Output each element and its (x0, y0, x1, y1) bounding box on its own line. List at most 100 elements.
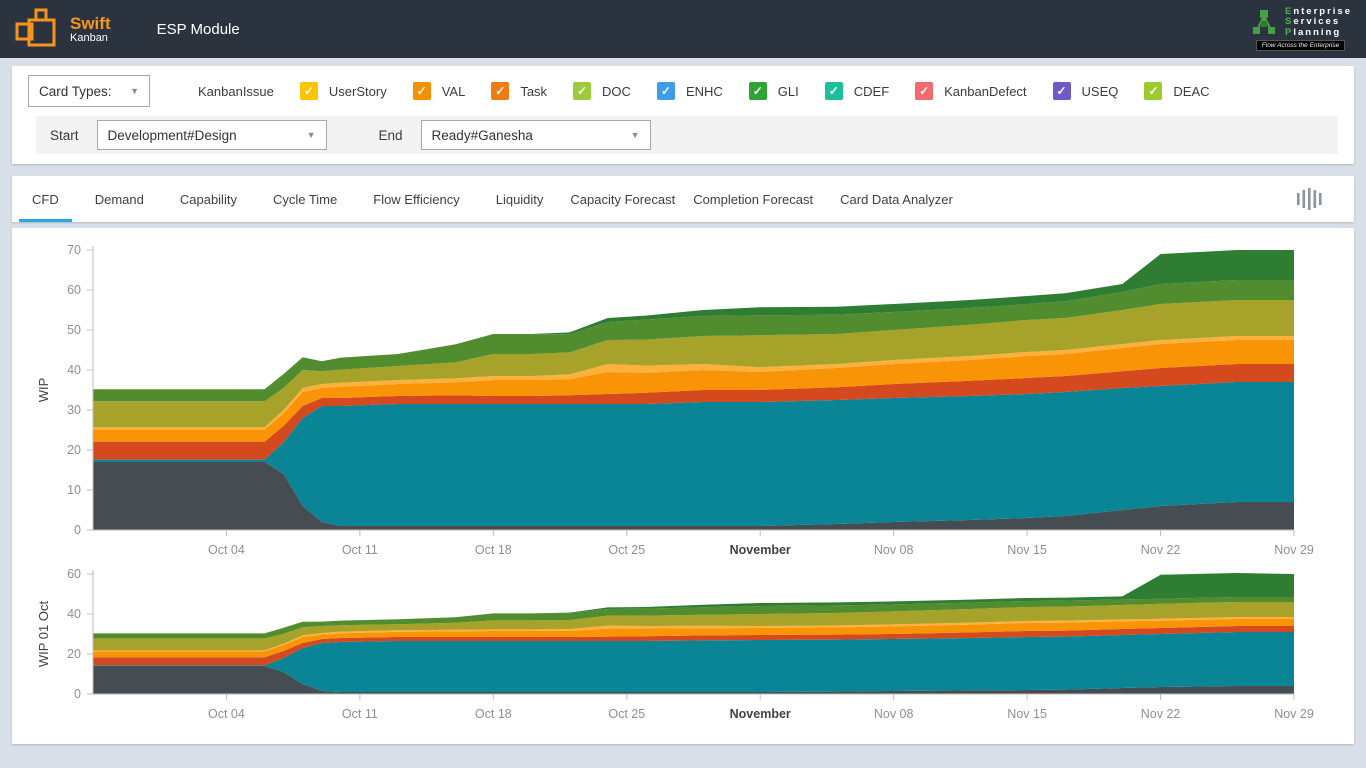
card-type-label: GLI (778, 84, 799, 99)
card-type-checkbox-useq[interactable]: ✓ (1053, 82, 1071, 100)
card-types-dropdown-label: Card Types: (39, 84, 112, 99)
x-tick-label: November (730, 707, 791, 721)
y-tick-label: 60 (67, 567, 81, 581)
brand-name-primary: Swift (70, 15, 111, 32)
y-tick-label: 20 (67, 647, 81, 661)
card-type-checkbox-kanbandefect[interactable]: ✓ (915, 82, 933, 100)
chevron-down-icon: ▼ (631, 130, 640, 140)
card-type-item-userstory: ✓ UserStory (300, 82, 387, 100)
start-label: Start (50, 128, 79, 143)
y-axis-label: WIP 01 Oct (36, 601, 51, 668)
x-tick-label: Oct 18 (475, 707, 512, 721)
cfd-chart-top-block: 0 10 20 30 40 50 60 70 Oct 04 Oct 11 Oct 18 Oct 25 N… (12, 236, 1354, 566)
tab-liquidity[interactable]: Liquidity (483, 176, 557, 222)
y-tick-label: 60 (67, 283, 81, 297)
y-tick-label: 70 (67, 243, 81, 257)
esp-logo-tagline: Flow Across the Enterprise (1256, 40, 1345, 51)
x-tick-label: Oct 11 (342, 707, 378, 721)
card-type-checkbox-cdef[interactable]: ✓ (825, 82, 843, 100)
analytics-tabbar: CFDDemandCapabilityCycle TimeFlow Effici… (12, 176, 1354, 222)
chevron-down-icon: ▼ (130, 86, 139, 96)
x-tick-label: Nov 15 (1007, 543, 1047, 557)
card-type-label: ENHC (686, 84, 723, 99)
start-end-bar: Start Development#Design ▼ End Ready#Gan… (36, 116, 1338, 154)
card-type-checkbox-enhc[interactable]: ✓ (657, 82, 675, 100)
card-type-label: DEAC (1173, 84, 1209, 99)
card-type-checkbox-deac[interactable]: ✓ (1144, 82, 1162, 100)
x-tick-label: Nov 22 (1141, 707, 1181, 721)
x-tick-label: Oct 25 (608, 543, 645, 557)
card-type-checkbox-userstory[interactable]: ✓ (300, 82, 318, 100)
filters-panel: Card Types: ▼ KanbanIssue✓UserStory✓VAL✓… (12, 66, 1354, 164)
x-tick-label: November (730, 543, 791, 557)
card-type-item-deac: ✓ DEAC (1144, 82, 1209, 100)
x-tick-label: Nov 15 (1007, 707, 1047, 721)
x-tick-label: Oct 04 (208, 543, 245, 557)
y-tick-label: 40 (67, 607, 81, 621)
y-tick-label: 0 (74, 523, 81, 537)
start-dropdown[interactable]: Development#Design ▼ (97, 120, 327, 150)
x-tick-label: Nov 22 (1141, 543, 1181, 557)
tab-completion-forecast[interactable]: Completion Forecast (685, 176, 821, 222)
card-type-item-gli: ✓ GLI (749, 82, 799, 100)
y-tick-label: 0 (74, 687, 81, 701)
card-types-dropdown[interactable]: Card Types: ▼ (28, 75, 150, 107)
tabs: CFDDemandCapabilityCycle TimeFlow Effici… (14, 176, 1294, 222)
card-type-label: UserStory (329, 84, 387, 99)
card-type-item-cdef: ✓CDEF (825, 82, 889, 100)
end-dropdown-value: Ready#Ganesha (432, 128, 533, 143)
tab-cycle-time[interactable]: Cycle Time (260, 176, 350, 222)
tab-capacity-forecast[interactable]: Capacity Forecast (562, 176, 683, 222)
tab-capability[interactable]: Capability (167, 176, 250, 222)
y-tick-label: 10 (67, 483, 81, 497)
card-type-item-kanbandefect: ✓ KanbanDefect (915, 82, 1026, 100)
card-type-checkbox-gli[interactable]: ✓ (749, 82, 767, 100)
card-type-label: KanbanIssue (198, 84, 274, 99)
card-type-label: KanbanDefect (944, 84, 1026, 99)
chevron-down-icon: ▼ (307, 130, 316, 140)
card-type-checkbox-doc[interactable]: ✓ (573, 82, 591, 100)
swiftkanban-logo[interactable]: Swift Kanban (14, 7, 111, 51)
page-title: ESP Module (157, 21, 240, 38)
tab-flow-efficiency[interactable]: Flow Efficiency (360, 176, 472, 222)
esp-logo-text: Enterprise Services Planning (1285, 7, 1352, 39)
card-type-label: USEQ (1082, 84, 1119, 99)
end-dropdown[interactable]: Ready#Ganesha ▼ (421, 120, 651, 150)
x-tick-label: Oct 18 (475, 543, 512, 557)
swiftkanban-logo-icon (14, 7, 60, 51)
y-axis-label: WIP (36, 378, 51, 403)
y-tick-label: 30 (67, 403, 81, 417)
y-tick-label: 40 (67, 363, 81, 377)
app-header: Swift Kanban ESP Module Enterprise Servi… (0, 0, 1366, 58)
cfd-chart-top: 0 10 20 30 40 50 60 70 Oct 04 Oct 11 Oct 18 Oct 25 N… (12, 236, 1354, 566)
card-type-checkbox-val[interactable]: ✓ (413, 82, 431, 100)
x-tick-label: Oct 25 (608, 707, 645, 721)
y-tick-label: 20 (67, 443, 81, 457)
end-label: End (379, 128, 403, 143)
card-type-label: DOC (602, 84, 631, 99)
x-tick-label: Nov 08 (874, 707, 914, 721)
esp-logo: Enterprise Services Planning Flow Across… (1249, 7, 1352, 52)
card-type-item-useq: ✓ USEQ (1053, 82, 1119, 100)
tab-card-data-analyzer[interactable]: Card Data Analyzer (827, 176, 966, 222)
x-tick-label: Oct 11 (342, 543, 378, 557)
card-type-item-val: ✓ VAL (413, 82, 466, 100)
distribution-bars-icon[interactable] (1294, 186, 1324, 212)
card-type-label: VAL (442, 84, 466, 99)
x-tick-label: Oct 04 (208, 707, 245, 721)
card-type-checkbox-task[interactable]: ✓ (491, 82, 509, 100)
y-tick-label: 50 (67, 323, 81, 337)
tab-demand[interactable]: Demand (82, 176, 157, 222)
card-type-legend: KanbanIssue ✓ UserStory ✓ VAL ✓ Task ✓ DOC ✓ ENHC ✓… (198, 82, 1210, 100)
card-type-item-doc: ✓ DOC (573, 82, 631, 100)
card-type-label: Task (520, 84, 547, 99)
cfd-chart-bottom-block: 0 20 40 60 Oct 04 Oct 11 Oct 18 Oct 25 November N… (12, 566, 1354, 738)
x-tick-label: Nov 29 (1274, 707, 1314, 721)
card-type-item-task: ✓ Task (491, 82, 547, 100)
cfd-chart-bottom: 0 20 40 60 Oct 04 Oct 11 Oct 18 Oct 25 November N… (12, 566, 1354, 738)
x-tick-label: Nov 08 (874, 543, 914, 557)
card-type-item-kanbanissue: KanbanIssue (198, 84, 274, 99)
start-dropdown-value: Development#Design (108, 128, 237, 143)
esp-network-icon (1249, 8, 1279, 38)
tab-cfd[interactable]: CFD (19, 176, 72, 222)
